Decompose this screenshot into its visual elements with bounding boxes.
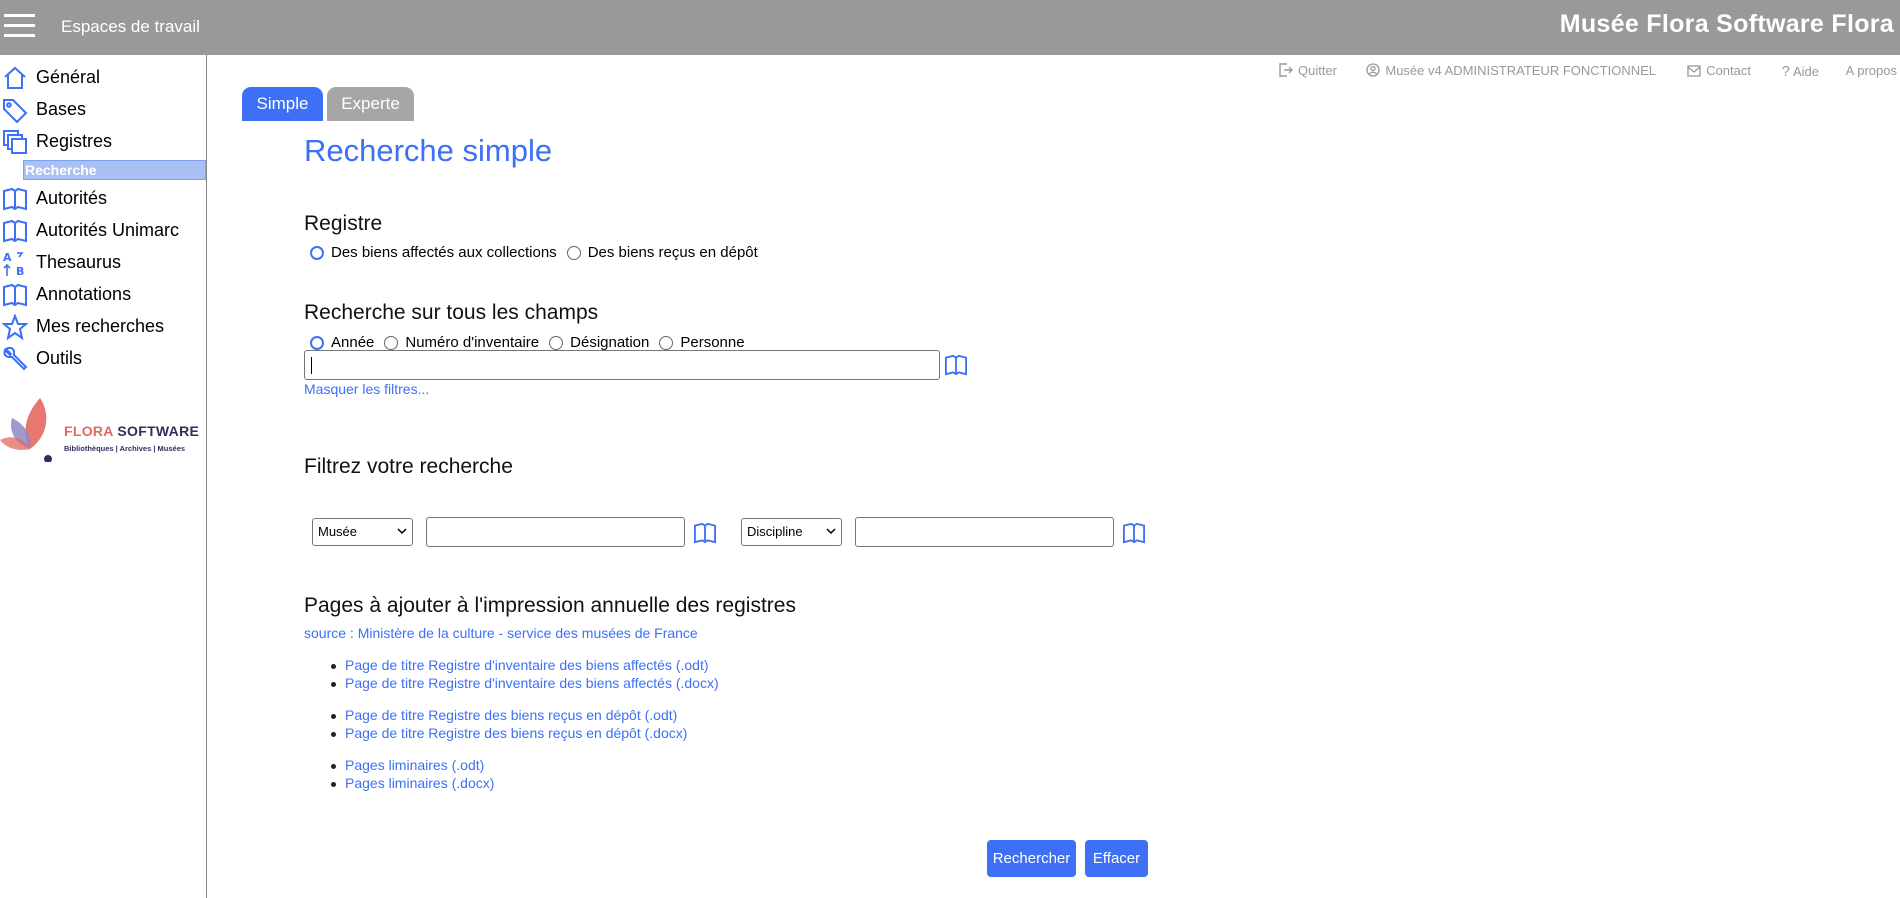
book-icon bbox=[3, 187, 27, 211]
svg-text:A: A bbox=[3, 251, 12, 264]
hide-filters-link[interactable]: Masquer les filtres... bbox=[304, 381, 429, 397]
sidebar: Général Bases Registres Recherche Autori… bbox=[0, 55, 207, 898]
book-icon bbox=[3, 219, 27, 243]
radio-label: Numéro d'inventaire bbox=[405, 334, 540, 351]
sidebar-item-label: Autorités bbox=[36, 187, 108, 208]
registre-heading: Registre bbox=[304, 212, 383, 235]
sidebar-item-label: Bases bbox=[36, 98, 87, 119]
mail-icon bbox=[1687, 65, 1701, 77]
workspaces-label[interactable]: Espaces de travail bbox=[61, 17, 200, 37]
hamburger-menu-icon[interactable] bbox=[4, 14, 36, 38]
radio-label: Des biens affectés aux collections bbox=[331, 244, 557, 261]
sidebar-item-mes-recherches[interactable]: Mes recherches bbox=[0, 311, 206, 341]
tab-simple[interactable]: Simple bbox=[242, 87, 323, 121]
tag-icon bbox=[3, 99, 28, 123]
filter-input-musee[interactable] bbox=[426, 517, 685, 547]
download-link[interactable]: Page de titre Registre d'inventaire des … bbox=[330, 657, 719, 675]
download-link[interactable]: Pages liminaires (.odt) bbox=[330, 757, 494, 775]
radio-label: Personne bbox=[680, 334, 745, 351]
sidebar-item-label: Autorités Unimarc bbox=[36, 219, 180, 240]
logo-tagline: Bibliothèques | Archives | Musées bbox=[64, 444, 186, 453]
chevron-down-icon bbox=[397, 528, 407, 535]
download-link[interactable]: Page de titre Registre d'inventaire des … bbox=[330, 675, 719, 693]
user-link[interactable]: Musée v4 ADMINISTRATEUR FONCTIONNEL bbox=[1366, 63, 1656, 78]
flora-software-logo: FLORA SOFTWARE Bibliothèques | Archives … bbox=[0, 392, 205, 467]
sidebar-item-annotations[interactable]: Annotations bbox=[0, 279, 206, 309]
download-list-liminaires: Pages liminaires (.odt) Pages liminaires… bbox=[330, 757, 494, 792]
source-note: source : Ministère de la culture - servi… bbox=[304, 625, 698, 641]
download-list-affectes: Page de titre Registre d'inventaire des … bbox=[330, 657, 719, 692]
radio-biens-depot[interactable] bbox=[566, 245, 581, 260]
svg-text:B: B bbox=[16, 265, 24, 278]
radio-biens-affectes[interactable] bbox=[310, 245, 324, 260]
download-link[interactable]: Pages liminaires (.docx) bbox=[330, 775, 494, 793]
sidebar-item-label: Outils bbox=[36, 347, 83, 368]
book-lookup-icon[interactable] bbox=[944, 354, 968, 376]
radio-designation[interactable] bbox=[549, 335, 564, 350]
book-icon bbox=[3, 283, 27, 307]
radio-label: Année bbox=[331, 334, 375, 351]
annual-pages-heading: Pages à ajouter à l'impression annuelle … bbox=[304, 594, 796, 617]
registre-radio-group: Des biens affectés aux collections Des b… bbox=[310, 244, 768, 261]
sidebar-item-thesaurus[interactable]: A B Thesaurus bbox=[0, 247, 206, 278]
quit-link[interactable]: Quitter bbox=[1279, 63, 1337, 78]
search-button[interactable]: Rechercher bbox=[987, 840, 1076, 877]
logout-icon bbox=[1279, 63, 1293, 77]
sidebar-item-label: Mes recherches bbox=[36, 315, 165, 336]
app-brand-title: Musée Flora Software Flora bbox=[1559, 10, 1894, 38]
all-fields-radio-group: Année Numéro d'inventaire Désignation Pe… bbox=[310, 334, 755, 351]
sidebar-item-general[interactable]: Général bbox=[0, 62, 206, 92]
book-lookup-icon[interactable] bbox=[693, 522, 717, 544]
about-link[interactable]: A propos bbox=[1846, 63, 1897, 78]
page-title: Recherche simple bbox=[304, 133, 553, 168]
all-fields-heading: Recherche sur tous les champs bbox=[304, 301, 599, 324]
radio-label: Des biens reçus en dépôt bbox=[587, 244, 758, 261]
radio-annee[interactable] bbox=[310, 335, 324, 350]
user-icon bbox=[1366, 63, 1381, 77]
help-icon: ? bbox=[1781, 63, 1790, 80]
radio-label: Désignation bbox=[570, 334, 650, 351]
sidebar-subitem-recherche[interactable]: Recherche bbox=[23, 160, 206, 180]
radio-personne[interactable] bbox=[659, 335, 674, 350]
download-list-depot: Page de titre Registre des biens reçus e… bbox=[330, 707, 687, 742]
sidebar-item-autorites[interactable]: Autorités bbox=[0, 183, 206, 213]
logo-wordmark: FLORA SOFTWARE bbox=[64, 423, 200, 439]
registers-icon bbox=[3, 130, 27, 154]
clear-button[interactable]: Effacer bbox=[1085, 840, 1148, 877]
tab-experte[interactable]: Experte bbox=[327, 87, 414, 121]
sidebar-item-label: Annotations bbox=[36, 283, 132, 304]
flora-flower-icon bbox=[0, 398, 52, 463]
home-icon bbox=[4, 66, 26, 89]
star-icon bbox=[2, 314, 28, 340]
wrench-icon bbox=[3, 346, 28, 371]
filter-input-discipline[interactable] bbox=[855, 517, 1114, 547]
chevron-down-icon bbox=[826, 528, 836, 535]
book-lookup-icon[interactable] bbox=[1122, 522, 1146, 544]
help-link[interactable]: ? Aide bbox=[1782, 63, 1819, 80]
sidebar-item-label: Thesaurus bbox=[36, 251, 122, 272]
contact-link[interactable]: Contact bbox=[1687, 63, 1751, 78]
sidebar-item-label: Général bbox=[36, 66, 101, 87]
sort-az-icon: A B bbox=[3, 251, 24, 278]
filter-select-discipline[interactable]: Discipline bbox=[741, 518, 842, 546]
download-link[interactable]: Page de titre Registre des biens reçus e… bbox=[330, 707, 687, 725]
sidebar-item-autorites-unimarc[interactable]: Autorités Unimarc bbox=[0, 215, 206, 245]
top-bar: Espaces de travail Musée Flora Software … bbox=[0, 0, 1900, 55]
radio-numero-inventaire[interactable] bbox=[384, 335, 399, 350]
sidebar-item-registres[interactable]: Registres bbox=[0, 126, 206, 156]
filters-heading: Filtrez votre recherche bbox=[304, 455, 513, 478]
sidebar-item-bases[interactable]: Bases bbox=[0, 94, 206, 124]
download-link[interactable]: Page de titre Registre des biens reçus e… bbox=[330, 725, 687, 743]
sidebar-item-outils[interactable]: Outils bbox=[0, 343, 206, 373]
all-fields-search-input[interactable] bbox=[304, 350, 940, 380]
sidebar-item-label: Registres bbox=[36, 130, 113, 151]
filter-select-musee[interactable]: Musée bbox=[312, 518, 413, 546]
